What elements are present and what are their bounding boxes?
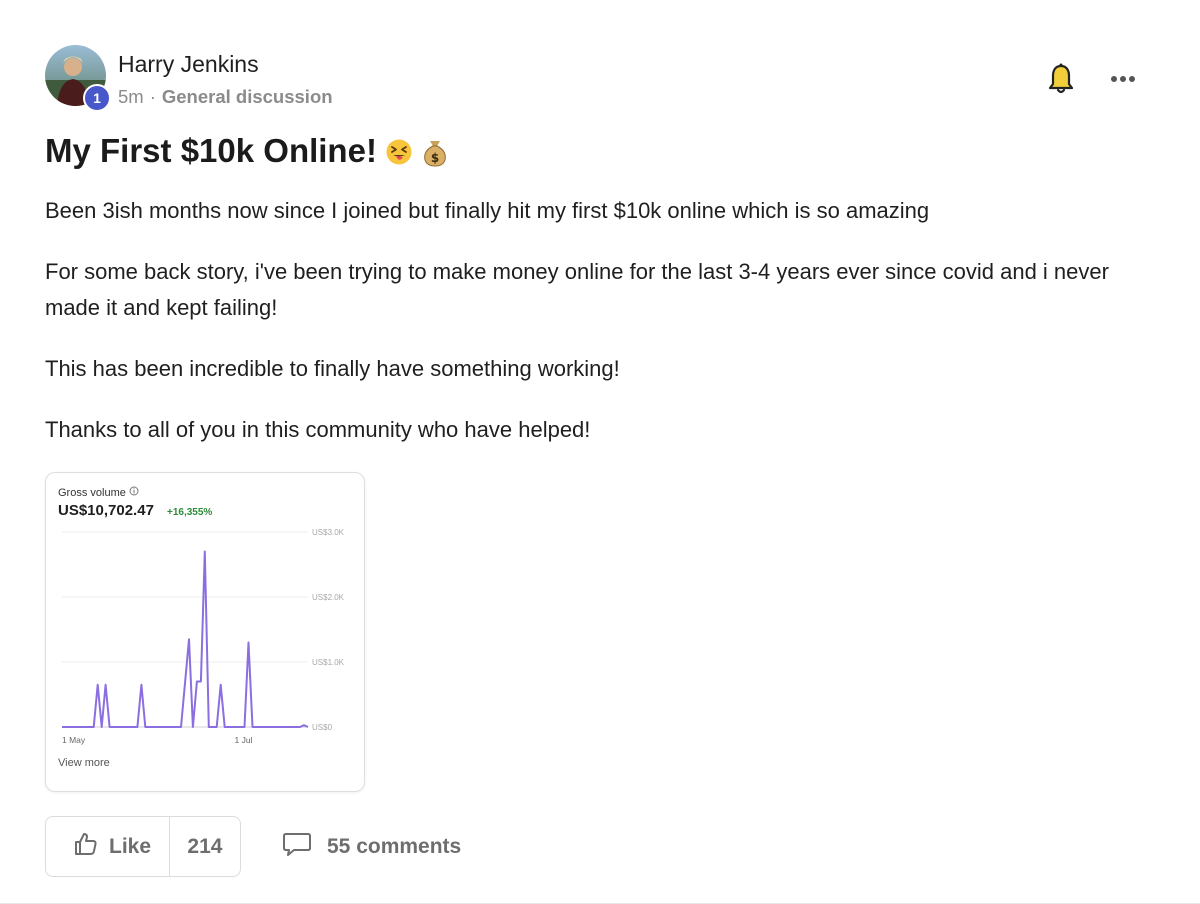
level-badge: 1 — [83, 84, 111, 112]
chart-attachment[interactable]: Gross volume US$10,702.47 +16,355% US$0 U… — [45, 472, 365, 792]
post-paragraph: For some back story, i've been trying to… — [45, 259, 1109, 320]
comments-label: 55 comments — [327, 835, 462, 858]
author-name[interactable]: Harry Jenkins — [118, 51, 259, 78]
thumbs-up-icon — [73, 831, 99, 863]
chart-x-tick-label: 1 Jul — [235, 735, 253, 745]
chart-x-tick-label: 1 May — [62, 735, 86, 745]
like-count[interactable]: 214 — [168, 817, 240, 876]
chart-series-line — [62, 550, 309, 728]
chart-y-tick-label: US$3.0K — [312, 528, 345, 537]
meta-separator: · — [149, 86, 156, 107]
svg-text:$: $ — [431, 151, 439, 165]
comments-button[interactable]: 55 comments — [282, 830, 461, 864]
chart-y-tick-label: US$2.0K — [312, 593, 345, 602]
post-card: 1 Harry Jenkins 5m · General discussion … — [0, 0, 1200, 904]
post-paragraph: Been 3ish months now since I joined but … — [45, 198, 930, 223]
post-paragraph: This has been incredible to finally have… — [45, 356, 620, 381]
post-meta: 5m · General discussion — [118, 86, 333, 108]
view-more-link[interactable]: View more — [58, 757, 110, 769]
like-label: Like — [109, 834, 152, 858]
like-group: Like 214 — [45, 816, 241, 877]
more-options-icon[interactable] — [1108, 68, 1138, 90]
bell-icon[interactable] — [1047, 62, 1075, 96]
chart-y-tick-label: US$0 — [312, 723, 333, 732]
like-button[interactable]: Like — [46, 817, 169, 876]
squinting-face-with-tongue-icon — [385, 135, 413, 167]
post-title-text: My First $10k Online! — [45, 132, 377, 169]
post-paragraph: Thanks to all of you in this community w… — [45, 417, 591, 442]
post-title: My First $10k Online! $ — [45, 132, 449, 170]
post-body: Been 3ish months now since I joined but … — [45, 193, 1165, 473]
post-category[interactable]: General discussion — [162, 86, 333, 108]
post-time: 5m — [118, 86, 144, 107]
money-bag-icon: $ — [421, 135, 449, 167]
comment-icon — [282, 830, 312, 864]
gross-volume-chart: US$0 US$1.0K US$2.0K US$3.0K 1 May 1 Jul — [62, 528, 345, 745]
chart-y-tick-label: US$1.0K — [312, 658, 345, 667]
